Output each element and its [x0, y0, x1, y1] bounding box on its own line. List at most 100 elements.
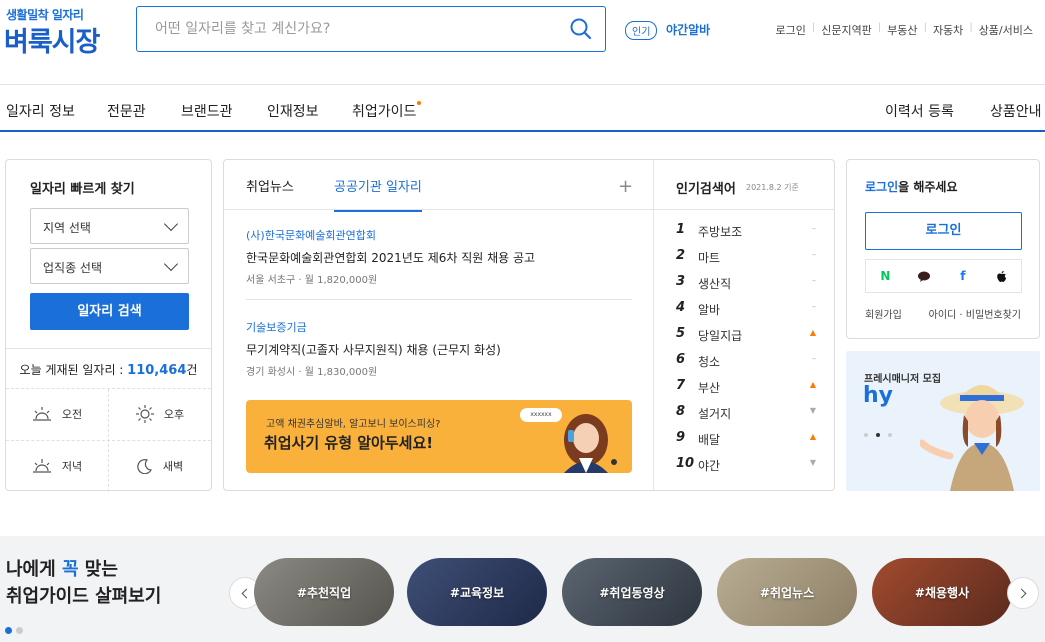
rank-keyword: 당일지급 — [698, 329, 743, 343]
ranking-row[interactable]: 10 야간 ▼ — [676, 456, 816, 476]
signup-link[interactable]: 회원가입 — [865, 306, 902, 321]
ranking-row[interactable]: 2 마트 – — [676, 248, 816, 268]
chevron-left-icon — [241, 588, 252, 598]
apple-icon[interactable] — [982, 260, 1021, 292]
search-box — [136, 6, 606, 52]
util-newspaper-link[interactable]: 신문지역판 — [815, 22, 878, 38]
ranking-row[interactable]: 4 알바 – — [676, 300, 816, 320]
nav-talent[interactable]: 인재정보 — [267, 101, 319, 121]
sun-icon — [135, 405, 154, 423]
more-plus-icon[interactable]: + — [618, 176, 633, 197]
banner-subtitle: 고액 채권추심알바, 알고보니 보이스피싱? — [266, 419, 441, 430]
rank-number: 6 — [676, 352, 686, 367]
ranking-row[interactable]: 8 설거지 ▼ — [676, 404, 816, 424]
util-login-link[interactable]: 로그인 — [769, 22, 811, 38]
login-panel: 로그인을 해주세요 로그인 N f 회원가입 아이디 · 비밀번호찾기 — [846, 159, 1040, 339]
util-service-link[interactable]: 상품/서비스 — [973, 22, 1039, 38]
banner-title: 취업사기 유형 알아두세요! — [264, 434, 434, 452]
new-dot-icon — [417, 101, 422, 105]
logo[interactable]: 벼룩시장 — [4, 20, 100, 59]
ranking-row[interactable]: 9 배달 ▲ — [676, 430, 816, 450]
time-dawn-label: 새벽 — [162, 460, 184, 473]
guide-pager — [5, 619, 27, 638]
news-divider — [246, 299, 632, 300]
rank-number: 2 — [676, 248, 686, 263]
sunset-icon — [32, 459, 51, 473]
nav-job-info[interactable]: 일자리 정보 — [6, 101, 75, 121]
guide-pill-label: #취업동영상 — [599, 585, 665, 600]
util-realestate-link[interactable]: 부동산 — [881, 22, 923, 38]
fraud-warning-banner[interactable]: 고액 채권추심알바, 알고보니 보이스피싱? 취업사기 유형 알아두세요! xx… — [246, 400, 632, 473]
find-account-link[interactable]: 아이디 · 비밀번호찾기 — [929, 306, 1021, 321]
rank-keyword: 주방보조 — [698, 225, 743, 239]
naver-icon[interactable]: N — [866, 260, 905, 292]
pager-dot-active[interactable] — [5, 627, 12, 634]
rank-trend-icon: ▲ — [809, 380, 816, 389]
guide-pill-video[interactable]: #취업동영상 — [562, 558, 702, 626]
time-dawn[interactable]: 새벽 — [109, 441, 211, 491]
news-item[interactable]: (사)한국문화예술회관연합회 한국문화예술회관연합회 2021년도 제6차 직원… — [246, 227, 632, 286]
today-job-count: 오늘 게재된 일자리 : 110,464건 — [6, 348, 211, 388]
pager-dot[interactable] — [888, 433, 892, 437]
pager-dot-active[interactable] — [876, 433, 880, 437]
time-afternoon[interactable]: 오후 — [109, 389, 211, 439]
popular-keywords-title: 인기검색어 — [676, 182, 736, 197]
pager-dot[interactable] — [16, 627, 23, 634]
tab-job-news[interactable]: 취업뉴스 — [246, 176, 294, 195]
chevron-down-icon — [163, 256, 179, 272]
tab-public-jobs[interactable]: 공공기관 일자리 — [334, 176, 422, 212]
util-car-link[interactable]: 자동차 — [927, 22, 969, 38]
login-prompt-rest: 을 해주세요 — [898, 180, 958, 194]
time-evening-label: 저녁 — [61, 460, 83, 473]
rank-trend-icon: ▼ — [809, 406, 816, 415]
guide-pill-recommend[interactable]: #추천직업 — [254, 558, 394, 626]
next-arrow-button[interactable] — [1007, 577, 1039, 609]
popular-keywords-date: 2021.8.2 기준 — [746, 183, 799, 192]
rank-keyword: 야간 — [698, 459, 721, 473]
nav-resume[interactable]: 이력서 등록 — [885, 101, 954, 121]
guide-pill-label: #채용행사 — [914, 585, 970, 600]
guide-pill-education[interactable]: #교육정보 — [407, 558, 547, 626]
facebook-icon[interactable]: f — [944, 260, 983, 292]
login-prompt: 로그인을 해주세요 — [865, 178, 958, 195]
news-title: 무기계약직(고졸자 사무지원직) 채용 (근무지 화성) — [246, 343, 501, 357]
search-input[interactable] — [137, 7, 557, 50]
job-search-button[interactable]: 일자리 검색 — [30, 293, 189, 330]
nav-guide[interactable]: 취업가이드 — [352, 101, 422, 121]
nav-brand[interactable]: 브랜드관 — [181, 101, 233, 121]
ranking-row[interactable]: 3 생산직 – — [676, 274, 816, 294]
guide-pill-news[interactable]: #취업뉴스 — [717, 558, 857, 626]
popular-keyword[interactable]: 야간알바 — [666, 21, 710, 38]
nav-products[interactable]: 상품안내 — [990, 101, 1042, 121]
guide-pill-events[interactable]: #채용행사 — [872, 558, 1012, 626]
login-button[interactable]: 로그인 — [865, 212, 1022, 250]
fresh-manager-ad[interactable]: 프레시매니저 모집 hy — [846, 351, 1040, 491]
news-meta: 경기 화성시 · 월 1,830,000원 — [246, 367, 378, 378]
rank-trend-icon: ▲ — [809, 432, 816, 441]
rank-keyword: 알바 — [698, 303, 721, 317]
time-evening[interactable]: 저녁 — [6, 441, 108, 491]
ranking-row[interactable]: 1 주방보조 – — [676, 222, 816, 242]
sns-login-row: N f — [865, 259, 1022, 293]
guide-title-line2: 취업가이드 살펴보기 — [6, 586, 162, 607]
rank-number: 9 — [676, 430, 686, 445]
rank-number: 7 — [676, 378, 686, 393]
today-count-unit: 건 — [186, 363, 198, 377]
quick-search-panel: 일자리 빠르게 찾기 지역 선택 업직종 선택 일자리 검색 오늘 게재된 일자… — [5, 159, 212, 492]
rank-keyword: 배달 — [698, 433, 721, 447]
ranking-row[interactable]: 5 당일지급 ▲ — [676, 326, 816, 346]
time-afternoon-label: 오후 — [163, 408, 185, 421]
kakao-icon[interactable] — [905, 260, 944, 292]
nav-specialty[interactable]: 전문관 — [107, 101, 146, 121]
region-select[interactable]: 지역 선택 — [30, 208, 189, 244]
guide-pill-label: #추천직업 — [296, 585, 352, 600]
news-item[interactable]: 기술보증기금 무기계약직(고졸자 사무지원직) 채용 (근무지 화성) 경기 화… — [246, 319, 632, 378]
search-icon[interactable] — [569, 17, 593, 41]
rank-trend-icon: ▼ — [809, 458, 816, 467]
ranking-row[interactable]: 6 청소 – — [676, 352, 816, 372]
rank-trend-icon: – — [812, 302, 816, 311]
time-morning[interactable]: 오전 — [6, 389, 108, 439]
pager-dot[interactable] — [864, 433, 868, 437]
job-type-select[interactable]: 업직종 선택 — [30, 248, 189, 284]
ranking-row[interactable]: 7 부산 ▲ — [676, 378, 816, 398]
